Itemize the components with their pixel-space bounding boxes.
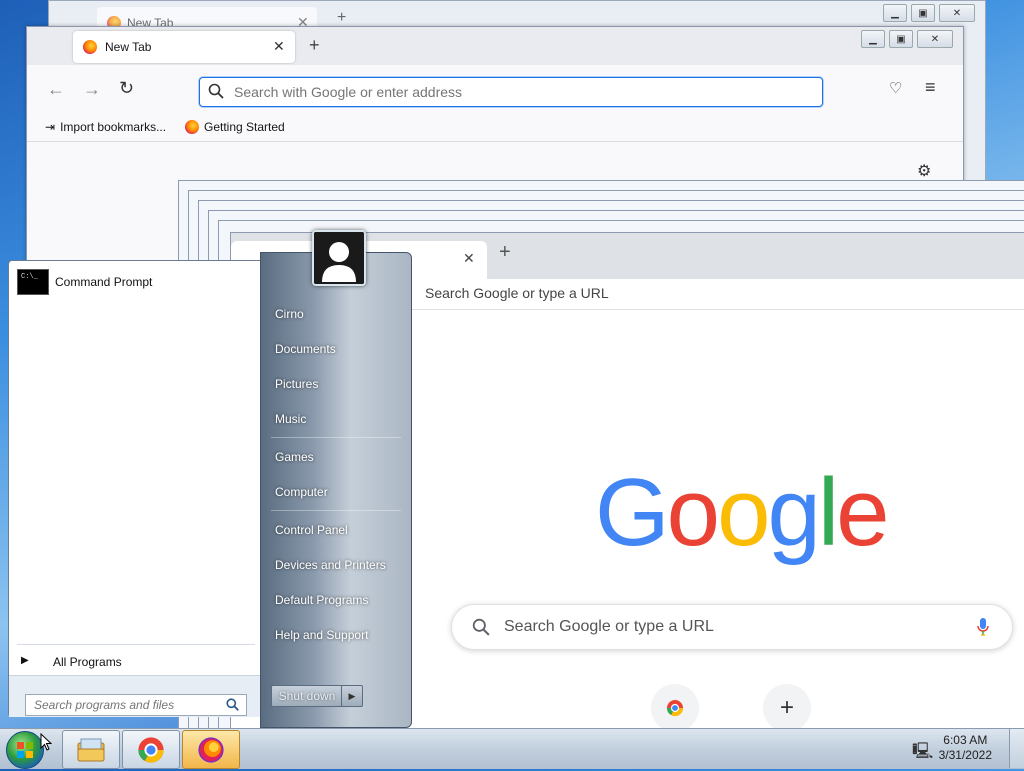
place-pictures[interactable]: Pictures [275,377,318,391]
shutdown-options-button[interactable]: ▶ [341,685,363,707]
search-icon [472,618,490,636]
logo-letter: l [817,459,839,566]
close-tab-icon[interactable]: ✕ [273,38,285,55]
bookmark-import[interactable]: ⇥ Import bookmarks... [45,120,166,134]
shutdown-label: Shut down [278,689,336,703]
place-user[interactable]: Cirno [275,307,304,321]
search-icon[interactable] [226,698,239,711]
divider [17,644,255,645]
start-button[interactable] [6,731,44,769]
system-clock[interactable]: 6:03 AM 3/31/2022 [939,733,992,763]
plus-icon: + [779,694,794,721]
place-help-support[interactable]: Help and Support [275,628,368,642]
place-music[interactable]: Music [275,412,306,426]
pocket-icon[interactable]: ♡ [889,79,902,97]
triangle-right-icon: ▶ [21,655,29,666]
url-input[interactable] [232,83,796,101]
start-search-input[interactable] [32,697,216,713]
shortcut-webstore[interactable] [651,684,699,732]
show-desktop-button[interactable] [1009,729,1024,768]
clock-time: 6:03 AM [943,733,988,747]
shutdown-button[interactable]: Shut down [271,685,343,707]
user-avatar[interactable] [312,230,366,286]
firefox-icon [185,120,199,134]
firefox-icon [198,736,224,763]
start-menu: C:\_ Command Prompt ▶ All Programs Cirno… [4,230,412,728]
bookmark-label: Getting Started [204,120,285,134]
program-label: Command Prompt [55,275,153,289]
chrome-icon [666,700,684,717]
new-tab-icon[interactable]: + [499,241,511,264]
maximize-button[interactable]: ▣ [889,30,913,48]
windows-logo-icon [17,742,33,758]
url-bar[interactable] [199,77,823,107]
firefox-tab[interactable]: New Tab ✕ [73,31,295,63]
taskbar-firefox-button[interactable] [182,730,240,769]
close-button[interactable]: ✕ [917,30,953,48]
cmd-icon: C:\_ [17,269,49,295]
microphone-icon[interactable] [976,617,990,637]
new-tab-icon[interactable]: + [309,35,320,56]
forward-arrow-icon[interactable]: → [83,79,101,100]
program-command-prompt[interactable]: C:\_ Command Prompt [9,261,263,301]
window-controls: ▁ ▣ ✕ [861,30,953,48]
taskbar-explorer-button[interactable] [62,730,120,769]
new-tab-icon[interactable]: + [337,9,346,27]
reload-icon[interactable]: ↻ [119,78,134,99]
minimize-button[interactable]: ▁ [861,30,885,48]
arrow-right-icon: ▶ [348,690,356,701]
google-search-box[interactable]: Search Google or type a URL [451,604,1013,650]
firefox-icon [83,40,97,54]
minimize-button[interactable]: ▁ [883,4,907,22]
logo-letter: g [767,459,820,566]
logo-letter: G [595,459,670,566]
taskbar: 🖳 6:03 AM 3/31/2022 [0,728,1024,769]
firefox-tabstrip: New Tab ✕ + ▁ ▣ ✕ [27,27,963,65]
omnibox-placeholder: Search Google or type a URL [425,285,609,301]
place-default-programs[interactable]: Default Programs [275,593,368,607]
start-search-box[interactable] [25,694,247,716]
start-menu-programs-pane: C:\_ Command Prompt ▶ All Programs [8,260,264,717]
explorer-icon [77,738,105,761]
bookmark-label: Import bookmarks... [60,120,167,134]
clock-date: 3/31/2022 [938,748,992,762]
search-placeholder: Search Google or type a URL [504,618,714,635]
user-avatar-icon [314,232,364,284]
bookmark-getting-started[interactable]: Getting Started [185,120,285,134]
all-programs-button[interactable]: ▶ All Programs [9,651,263,673]
start-menu-places-pane: Cirno Documents Pictures Music Games Com… [260,252,412,728]
divider [271,510,401,511]
chrome-icon [138,736,164,763]
add-shortcut-button[interactable]: + [763,684,811,732]
google-logo: Google [595,465,890,561]
window-controls: ▁ ▣ ✕ [883,4,975,22]
bookmarks-toolbar: ⇥ Import bookmarks... Getting Started [27,115,963,142]
settings-gear-icon[interactable]: ⚙ [917,161,931,181]
place-devices-printers[interactable]: Devices and Printers [275,558,386,572]
tab-label: New Tab [105,40,152,54]
close-button[interactable]: ✕ [939,4,975,22]
menu-icon[interactable]: ≡ [925,77,936,98]
logo-letter: o [717,459,770,566]
place-control-panel[interactable]: Control Panel [275,523,348,537]
place-computer[interactable]: Computer [275,485,328,499]
all-programs-label: All Programs [53,655,122,669]
search-icon [208,83,224,99]
logo-letter: e [836,459,889,566]
divider [271,437,401,438]
place-games[interactable]: Games [275,450,314,464]
network-icon[interactable]: 🖳 [912,740,933,767]
import-icon: ⇥ [45,120,56,134]
place-documents[interactable]: Documents [275,342,336,356]
maximize-button[interactable]: ▣ [911,4,935,22]
mouse-cursor-icon [40,733,52,751]
back-arrow-icon[interactable]: ← [47,79,65,100]
close-tab-icon[interactable]: ✕ [463,250,475,267]
logo-letter: o [666,459,720,566]
taskbar-chrome-button[interactable] [122,730,180,769]
